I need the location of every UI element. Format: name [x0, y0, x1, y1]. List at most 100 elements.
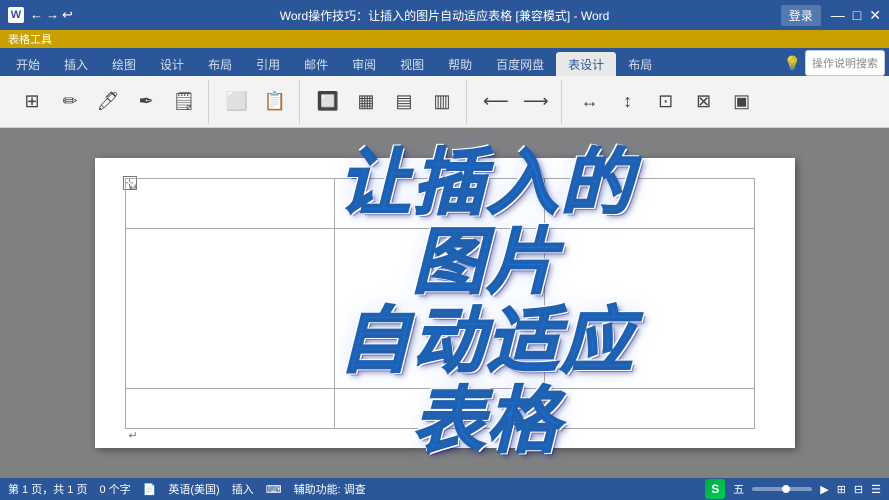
table-cell[interactable]: ↵ — [125, 229, 335, 389]
document-page: ⊹ ↵ ↵ ↵ ↵ ↵ — [95, 158, 795, 448]
para-mark: ↵ — [129, 183, 137, 194]
toolbar-btn-15[interactable]: ↕ — [610, 82, 646, 122]
tab-baidu[interactable]: 百度网盘 — [484, 52, 556, 76]
close-button[interactable]: ✕ — [869, 7, 881, 24]
insert-text: 插入 — [232, 481, 254, 497]
table-cell[interactable]: ↵ — [335, 229, 545, 389]
login-button[interactable]: 登录 — [781, 5, 821, 26]
status-bar-left: 第 1 页，共 1 页 0 个字 📄 英语(美国) 插入 ⌨ 辅助功能: 调查 — [8, 481, 366, 497]
toolbar-row: ⊞ ✏ 🖊 ✒ 🗒 ⬜ 📋 🔲 ▦ ▤ ▥ — [0, 76, 889, 128]
layout-icon-3[interactable]: ☰ — [871, 483, 881, 496]
toolbar-group-1: ⊞ ✏ 🖊 ✒ 🗒 — [8, 80, 209, 124]
toolbar-btn-18[interactable]: ▣ — [724, 82, 760, 122]
toolbar-btn-16[interactable]: ⊡ — [648, 82, 684, 122]
insert-mode: 插入 — [232, 481, 254, 497]
search-placeholder: 操作说明搜索 — [812, 55, 878, 71]
minimize-button[interactable]: — — [831, 7, 845, 24]
icon-12: ⟵ — [483, 92, 509, 110]
language-text: 英语(美国) — [168, 481, 219, 497]
tab-help[interactable]: 帮助 — [436, 52, 484, 76]
toolbar-btn-13[interactable]: ⟶ — [517, 82, 555, 122]
table-cell[interactable]: ↵ — [125, 179, 335, 229]
tab-layout[interactable]: 布局 — [196, 52, 244, 76]
toolbar-btn-14[interactable]: ↔ — [572, 82, 608, 122]
icon-13: ⟶ — [523, 92, 549, 110]
toolbar-btn-1[interactable]: ⊞ — [14, 82, 50, 122]
toolbar-btn-8[interactable]: 🔲 — [310, 82, 346, 122]
tab-home[interactable]: 开始 — [4, 52, 52, 76]
toolbar-btn-4[interactable]: ✒ — [128, 82, 164, 122]
table-cell[interactable]: ↵ — [544, 389, 754, 429]
table-cell[interactable]: ↵ — [125, 389, 335, 429]
tab-references[interactable]: 引用 — [244, 52, 292, 76]
toolbar-btn-6[interactable]: ⬜ — [219, 82, 255, 122]
back-arrow[interactable]: ← — [30, 7, 43, 23]
word-count: 0 个字 — [99, 481, 130, 497]
toolbar-group-2: ⬜ 📋 — [213, 80, 300, 124]
tab-insert[interactable]: 插入 — [52, 52, 100, 76]
toolbar-btn-17[interactable]: ⊠ — [686, 82, 722, 122]
table-cell[interactable]: ↵ — [544, 179, 754, 229]
lightbulb-icon: 💡 — [784, 55, 801, 72]
tab-table-design[interactable]: 表设计 — [556, 52, 616, 76]
table-row: ↵ ↵ ↵ — [125, 389, 754, 429]
tab-view[interactable]: 视图 — [388, 52, 436, 76]
title-bar: W ← → ↩ Word操作技巧：让插入的图片自动适应表格 [兼容模式] - W… — [0, 0, 889, 30]
tab-design[interactable]: 设计 — [148, 52, 196, 76]
toolbar-btn-11[interactable]: ▥ — [424, 82, 460, 122]
keyboard-sym: ⌨ — [266, 483, 282, 496]
status-bar: 第 1 页，共 1 页 0 个字 📄 英语(美国) 插入 ⌨ 辅助功能: 调查 … — [0, 478, 889, 500]
icon-4: ✒ — [138, 92, 153, 110]
toolbar-btn-12[interactable]: ⟵ — [477, 82, 515, 122]
doc-icon-status: 📄 — [143, 483, 157, 496]
para-mark-below-table: ↵ — [129, 429, 138, 442]
tab-draw[interactable]: 绘图 — [100, 52, 148, 76]
icon-7: 📋 — [264, 92, 286, 110]
document-table: ↵ ↵ ↵ ↵ ↵ ↵ — [125, 178, 755, 429]
table-tools-label: 表格工具 — [8, 31, 52, 47]
zoom-label: 五 — [733, 481, 744, 497]
window-controls: — □ ✕ — [831, 7, 881, 24]
zoom-thumb — [782, 485, 790, 493]
forward-arrow[interactable]: → — [46, 7, 59, 23]
icon-1: ⊞ — [24, 92, 39, 110]
zoom-slider[interactable] — [752, 487, 812, 491]
tab-review[interactable]: 审阅 — [340, 52, 388, 76]
doc-area: ⊹ ↵ ↵ ↵ ↵ ↵ — [0, 128, 889, 478]
table-cell[interactable]: ↵ — [544, 229, 754, 389]
toolbar-btn-5[interactable]: 🗒 — [166, 82, 202, 122]
icon-10: ▤ — [395, 92, 412, 110]
icon-8: 🔲 — [317, 92, 339, 110]
toolbar-group-5: ↔ ↕ ⊡ ⊠ ▣ — [566, 80, 766, 124]
toolbar-btn-9[interactable]: ▦ — [348, 82, 384, 122]
tab-bar: 开始 插入 绘图 设计 布局 引用 邮件 审阅 视图 帮助 百度网盘 表设计 布… — [0, 48, 889, 76]
keyboard-icon: ⌨ — [266, 483, 282, 496]
status-bar-right: S 五 ▶ ⊞ ⊟ ☰ — [705, 479, 881, 499]
title-bar-left: W ← → ↩ — [8, 7, 73, 23]
toolbar-btn-10[interactable]: ▤ — [386, 82, 422, 122]
table-row: ↵ ↵ ↵ — [125, 229, 754, 389]
maximize-button[interactable]: □ — [853, 7, 861, 24]
icon-17: ⊠ — [696, 92, 711, 110]
table-cell[interactable]: ↵ — [335, 389, 545, 429]
icon-16: ⊡ — [658, 92, 673, 110]
shuang-logo: S — [705, 479, 725, 499]
toolbar-btn-2[interactable]: ✏ — [52, 82, 88, 122]
toolbar-btn-3[interactable]: 🖊 — [90, 82, 126, 122]
word-count-text: 0 个字 — [99, 481, 130, 497]
icon-3: 🖊 — [97, 92, 120, 110]
icon-6: ⬜ — [226, 92, 248, 110]
tab-mail[interactable]: 邮件 — [292, 52, 340, 76]
tab-table-layout[interactable]: 布局 — [616, 52, 664, 76]
undo-arrow[interactable]: ↩ — [62, 7, 73, 23]
table-row: ↵ ↵ ↵ — [125, 179, 754, 229]
icon-11: ▥ — [433, 92, 450, 110]
icon-14: ↔ — [581, 92, 599, 110]
layout-icon-2[interactable]: ⊟ — [854, 483, 863, 496]
icon-5: 🗒 — [173, 92, 196, 110]
toolbar-btn-7[interactable]: 📋 — [257, 82, 293, 122]
search-box[interactable]: 操作说明搜索 — [805, 50, 885, 76]
table-cell[interactable]: ↵ — [335, 179, 545, 229]
layout-icon-1[interactable]: ⊞ — [837, 483, 846, 496]
icon-9: ▦ — [357, 92, 374, 110]
